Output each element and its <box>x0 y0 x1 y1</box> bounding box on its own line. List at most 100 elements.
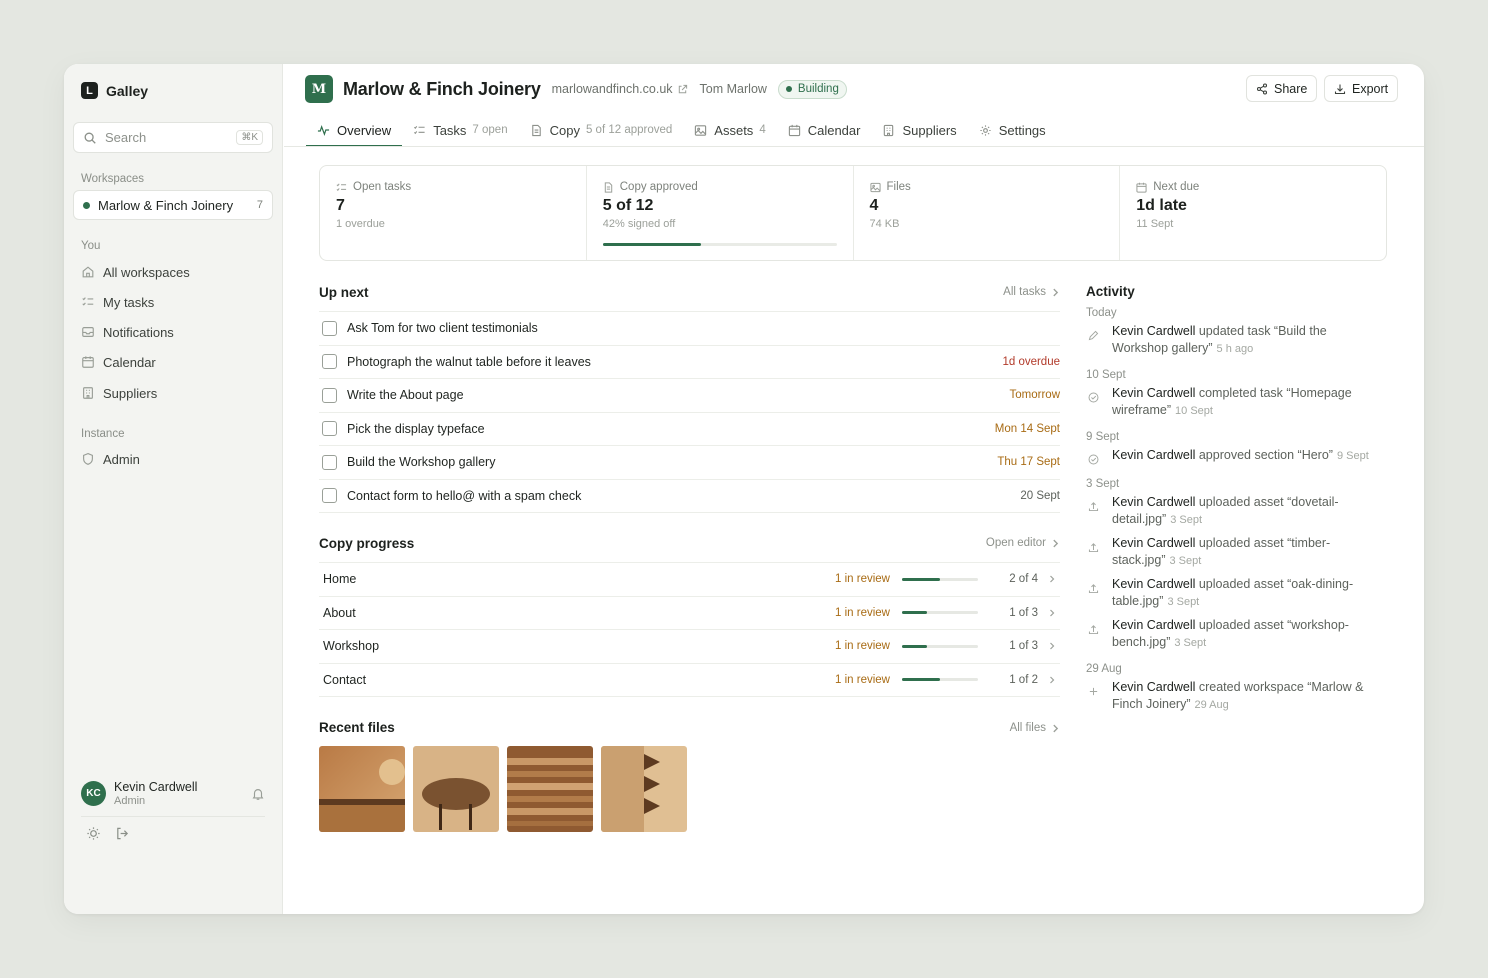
stat-copy-approved[interactable]: Copy approved 5 of 12 42% signed off <box>587 166 854 260</box>
stat-open-tasks[interactable]: Open tasks 7 1 overdue <box>320 166 587 260</box>
file-thumbnail[interactable] <box>507 746 593 832</box>
workspace-url-link[interactable]: marlowandfinch.co.uk <box>552 82 688 96</box>
tab-assets[interactable]: Assets 4 <box>683 114 776 146</box>
task-checkbox[interactable] <box>322 354 337 370</box>
task-checkbox[interactable] <box>322 320 337 336</box>
workspace-url: marlowandfinch.co.uk <box>551 82 673 96</box>
activity-item[interactable]: Kevin Cardwell uploaded asset “workshop-… <box>1086 617 1386 652</box>
file-thumbnail[interactable] <box>319 746 405 832</box>
sidebar-item-all-workspaces[interactable]: All workspaces <box>81 262 190 282</box>
activity-item[interactable]: Kevin Cardwell uploaded asset “timber-st… <box>1086 535 1386 570</box>
task-checkbox[interactable] <box>322 454 337 470</box>
task-row[interactable]: Ask Tom for two client testimonials <box>319 311 1060 345</box>
activity-item[interactable]: Kevin Cardwell created workspace “Marlow… <box>1086 679 1386 714</box>
activity-actor: Kevin Cardwell <box>1112 577 1196 591</box>
chevron-right-icon <box>1050 609 1055 617</box>
all-files-link[interactable]: All files <box>1010 722 1060 734</box>
tab-overview[interactable]: Overview <box>306 114 403 147</box>
activity-time: 9 Sept <box>1336 450 1369 462</box>
open-editor-link[interactable]: Open editor <box>986 537 1060 549</box>
copy-page-row[interactable]: Contact 1 in review 1 of 2 <box>319 662 1060 697</box>
activity-date: 9 Sept <box>1086 431 1120 443</box>
file-thumbnail[interactable] <box>601 746 687 832</box>
sidebar-footer <box>86 826 130 841</box>
task-text: Pick the display typeface <box>347 421 485 436</box>
stat-next-due[interactable]: Next due 1d late 11 Sept <box>1120 166 1386 260</box>
user-profile[interactable]: KC Kevin Cardwell Admin <box>81 780 265 807</box>
tab-suppliers[interactable]: Suppliers <box>871 114 967 146</box>
share-button[interactable]: Share <box>1246 75 1318 102</box>
copy-page-row[interactable]: Workshop 1 in review 1 of 3 <box>319 629 1060 663</box>
export-button[interactable]: Export <box>1324 75 1399 102</box>
user-role: Admin <box>114 795 146 807</box>
copy-page-row[interactable]: Home 1 in review 2 of 4 <box>319 562 1060 596</box>
workspace-logo: M <box>305 75 333 103</box>
stat-value: 5 of 12 <box>602 197 654 214</box>
task-row[interactable]: Contact form to hello@ with a spam check… <box>319 478 1060 513</box>
tab-tasks[interactable]: Tasks 7 open <box>402 114 518 146</box>
task-text: Photograph the walnut table before it le… <box>347 354 591 369</box>
sidebar-item-notifications[interactable]: Notifications <box>81 322 174 342</box>
sidebar-item-workspace[interactable]: Marlow & Finch Joinery 7 <box>73 190 273 220</box>
activity-actor: Kevin Cardwell <box>1112 386 1196 400</box>
activity-action: approved section “Hero” <box>1198 448 1333 462</box>
activity-text: Kevin Cardwell uploaded asset “oak-dinin… <box>1112 576 1386 611</box>
bell-icon[interactable] <box>251 787 265 801</box>
tab-label: Assets <box>714 122 754 138</box>
all-tasks-link[interactable]: All tasks <box>1003 286 1060 298</box>
task-checkbox[interactable] <box>322 421 337 437</box>
logout-icon[interactable] <box>115 826 130 841</box>
plus-icon <box>1086 684 1101 699</box>
pencil-icon <box>1086 328 1101 343</box>
document-icon <box>604 181 612 193</box>
task-row[interactable]: Pick the display typeface Mon 14 Sept <box>319 411 1060 446</box>
page-title: Marlow & Finch Joinery <box>343 78 541 99</box>
workspace-status-dot <box>83 201 90 209</box>
tab-settings[interactable]: Settings <box>968 114 1057 146</box>
activity-item[interactable]: Kevin Cardwell updated task “Build the W… <box>1086 323 1386 358</box>
activity-item[interactable]: Kevin Cardwell completed task “Homepage … <box>1086 385 1386 420</box>
stat-files[interactable]: Files 4 74 KB <box>854 166 1121 260</box>
search-input[interactable]: Search ⌘K <box>73 122 273 153</box>
stat-label-row: Copy approved <box>603 181 837 193</box>
sidebar-item-calendar[interactable]: Calendar <box>81 352 156 372</box>
stat-sub: 1 overdue <box>336 218 385 230</box>
copy-page-count: 1 of 3 <box>1009 640 1038 653</box>
file-thumbnail[interactable] <box>413 746 499 832</box>
status-badge: Building <box>777 79 847 99</box>
stat-label-row: Files <box>869 181 1104 193</box>
activity-item[interactable]: Kevin Cardwell uploaded asset “dovetail-… <box>1086 494 1386 529</box>
progress-fill <box>902 678 940 682</box>
tab-label: Calendar <box>807 122 861 138</box>
status-label: Building <box>797 83 839 95</box>
brand-name: Galley <box>106 82 149 99</box>
brand[interactable]: L Galley <box>81 82 148 99</box>
tab-calendar[interactable]: Calendar <box>777 114 872 146</box>
copy-page-name: Workshop <box>323 639 380 654</box>
tab-copy[interactable]: Copy 5 of 12 approved <box>519 114 684 146</box>
task-checkbox[interactable] <box>322 488 337 504</box>
activity-date: 10 Sept <box>1086 369 1126 381</box>
sidebar-item-suppliers[interactable]: Suppliers <box>81 383 157 403</box>
task-row[interactable]: Photograph the walnut table before it le… <box>319 344 1060 379</box>
activity-item[interactable]: Kevin Cardwell approved section “Hero” 9 … <box>1086 447 1386 467</box>
activity-time: 3 Sept <box>1170 514 1203 526</box>
activity-item[interactable]: Kevin Cardwell uploaded asset “oak-dinin… <box>1086 576 1386 611</box>
sidebar-item-my-tasks[interactable]: My tasks <box>81 292 154 312</box>
list-check-icon <box>82 297 94 306</box>
chevron-right-icon <box>1050 676 1055 684</box>
chevron-right-icon <box>1050 575 1055 583</box>
copy-page-status: 1 in review <box>835 573 890 586</box>
stat-label: Files <box>886 181 911 193</box>
sun-icon[interactable] <box>86 826 101 841</box>
calendar-icon <box>788 124 800 136</box>
copy-page-row[interactable]: About 1 in review 1 of 3 <box>319 595 1060 630</box>
stat-sub: 11 Sept <box>1136 218 1174 230</box>
task-checkbox[interactable] <box>322 387 337 403</box>
task-row[interactable]: Build the Workshop gallery Thu 17 Sept <box>319 445 1060 479</box>
share-icon <box>1256 82 1268 95</box>
task-row[interactable]: Write the About page Tomorrow <box>319 378 1060 412</box>
gear-icon <box>980 124 991 136</box>
sidebar-item-admin[interactable]: Admin <box>81 449 140 469</box>
avatar: KC <box>81 781 106 806</box>
